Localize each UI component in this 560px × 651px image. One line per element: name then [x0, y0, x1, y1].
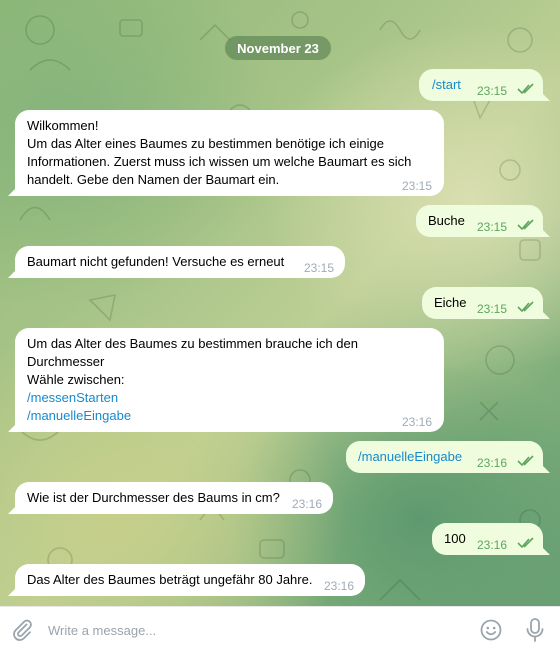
date-separator: November 23: [225, 36, 331, 60]
message-text: Buche: [428, 213, 465, 228]
message-time: 23:16: [477, 538, 508, 552]
message-input[interactable]: [48, 619, 448, 641]
read-checks-icon: [517, 455, 534, 467]
read-checks-icon: [517, 301, 534, 313]
message-time: 23:16: [292, 497, 323, 511]
message-time: 23:16: [477, 456, 508, 470]
command-link[interactable]: /manuelleEingabe: [358, 448, 462, 466]
read-checks-icon: [517, 537, 534, 549]
incoming-message: Um das Alter des Baumes zu bestimmen bra…: [15, 328, 444, 432]
message-time: 23:16: [324, 579, 355, 593]
message-composer: [0, 606, 560, 651]
command-link[interactable]: /start: [432, 76, 461, 94]
chat-background: November 23 /start 23:15 Wilkommen! Um d…: [0, 0, 560, 606]
paperclip-icon[interactable]: [10, 618, 34, 642]
read-checks-icon: [517, 219, 534, 231]
outgoing-message[interactable]: /manuelleEingabe 23:16: [346, 441, 543, 473]
message-text: Baumart nicht gefunden! Versuche es erne…: [27, 254, 285, 269]
outgoing-message[interactable]: /start 23:15: [419, 69, 543, 101]
incoming-message: Baumart nicht gefunden! Versuche es erne…: [15, 246, 345, 278]
message-text: 100: [444, 531, 466, 546]
message-text: Wie ist der Durchmesser des Baums in cm?: [27, 490, 280, 505]
command-link-messen-starten[interactable]: /messenStarten: [27, 389, 118, 407]
outgoing-message[interactable]: Buche 23:15: [416, 205, 543, 237]
read-checks-icon: [517, 83, 534, 95]
incoming-message: Wilkommen! Um das Alter eines Baumes zu …: [15, 110, 444, 196]
microphone-icon[interactable]: [523, 617, 547, 643]
message-time: 23:15: [402, 179, 433, 193]
message-text: Eiche: [434, 295, 467, 310]
message-time: 23:15: [477, 220, 508, 234]
outgoing-message[interactable]: Eiche 23:15: [422, 287, 543, 319]
message-time: 23:15: [477, 84, 508, 98]
message-text-line: Um das Alter des Baumes zu bestimmen bra…: [27, 336, 358, 351]
incoming-message: Wie ist der Durchmesser des Baums in cm?…: [15, 482, 333, 514]
outgoing-message[interactable]: 100 23:16: [432, 523, 543, 555]
message-text-line: Wähle zwischen:: [27, 372, 125, 387]
smile-icon[interactable]: [479, 618, 503, 642]
message-time: 23:16: [402, 415, 433, 429]
message-time: 23:15: [304, 261, 335, 275]
message-text: Wilkommen! Um das Alter eines Baumes zu …: [27, 118, 412, 187]
message-text-line: Durchmesser: [27, 354, 105, 369]
command-link-manuelle-eingabe[interactable]: /manuelleEingabe: [27, 407, 131, 425]
incoming-message: Das Alter des Baumes beträgt ungefähr 80…: [15, 564, 365, 596]
message-time: 23:15: [477, 302, 508, 316]
message-text: Das Alter des Baumes beträgt ungefähr 80…: [27, 572, 313, 587]
